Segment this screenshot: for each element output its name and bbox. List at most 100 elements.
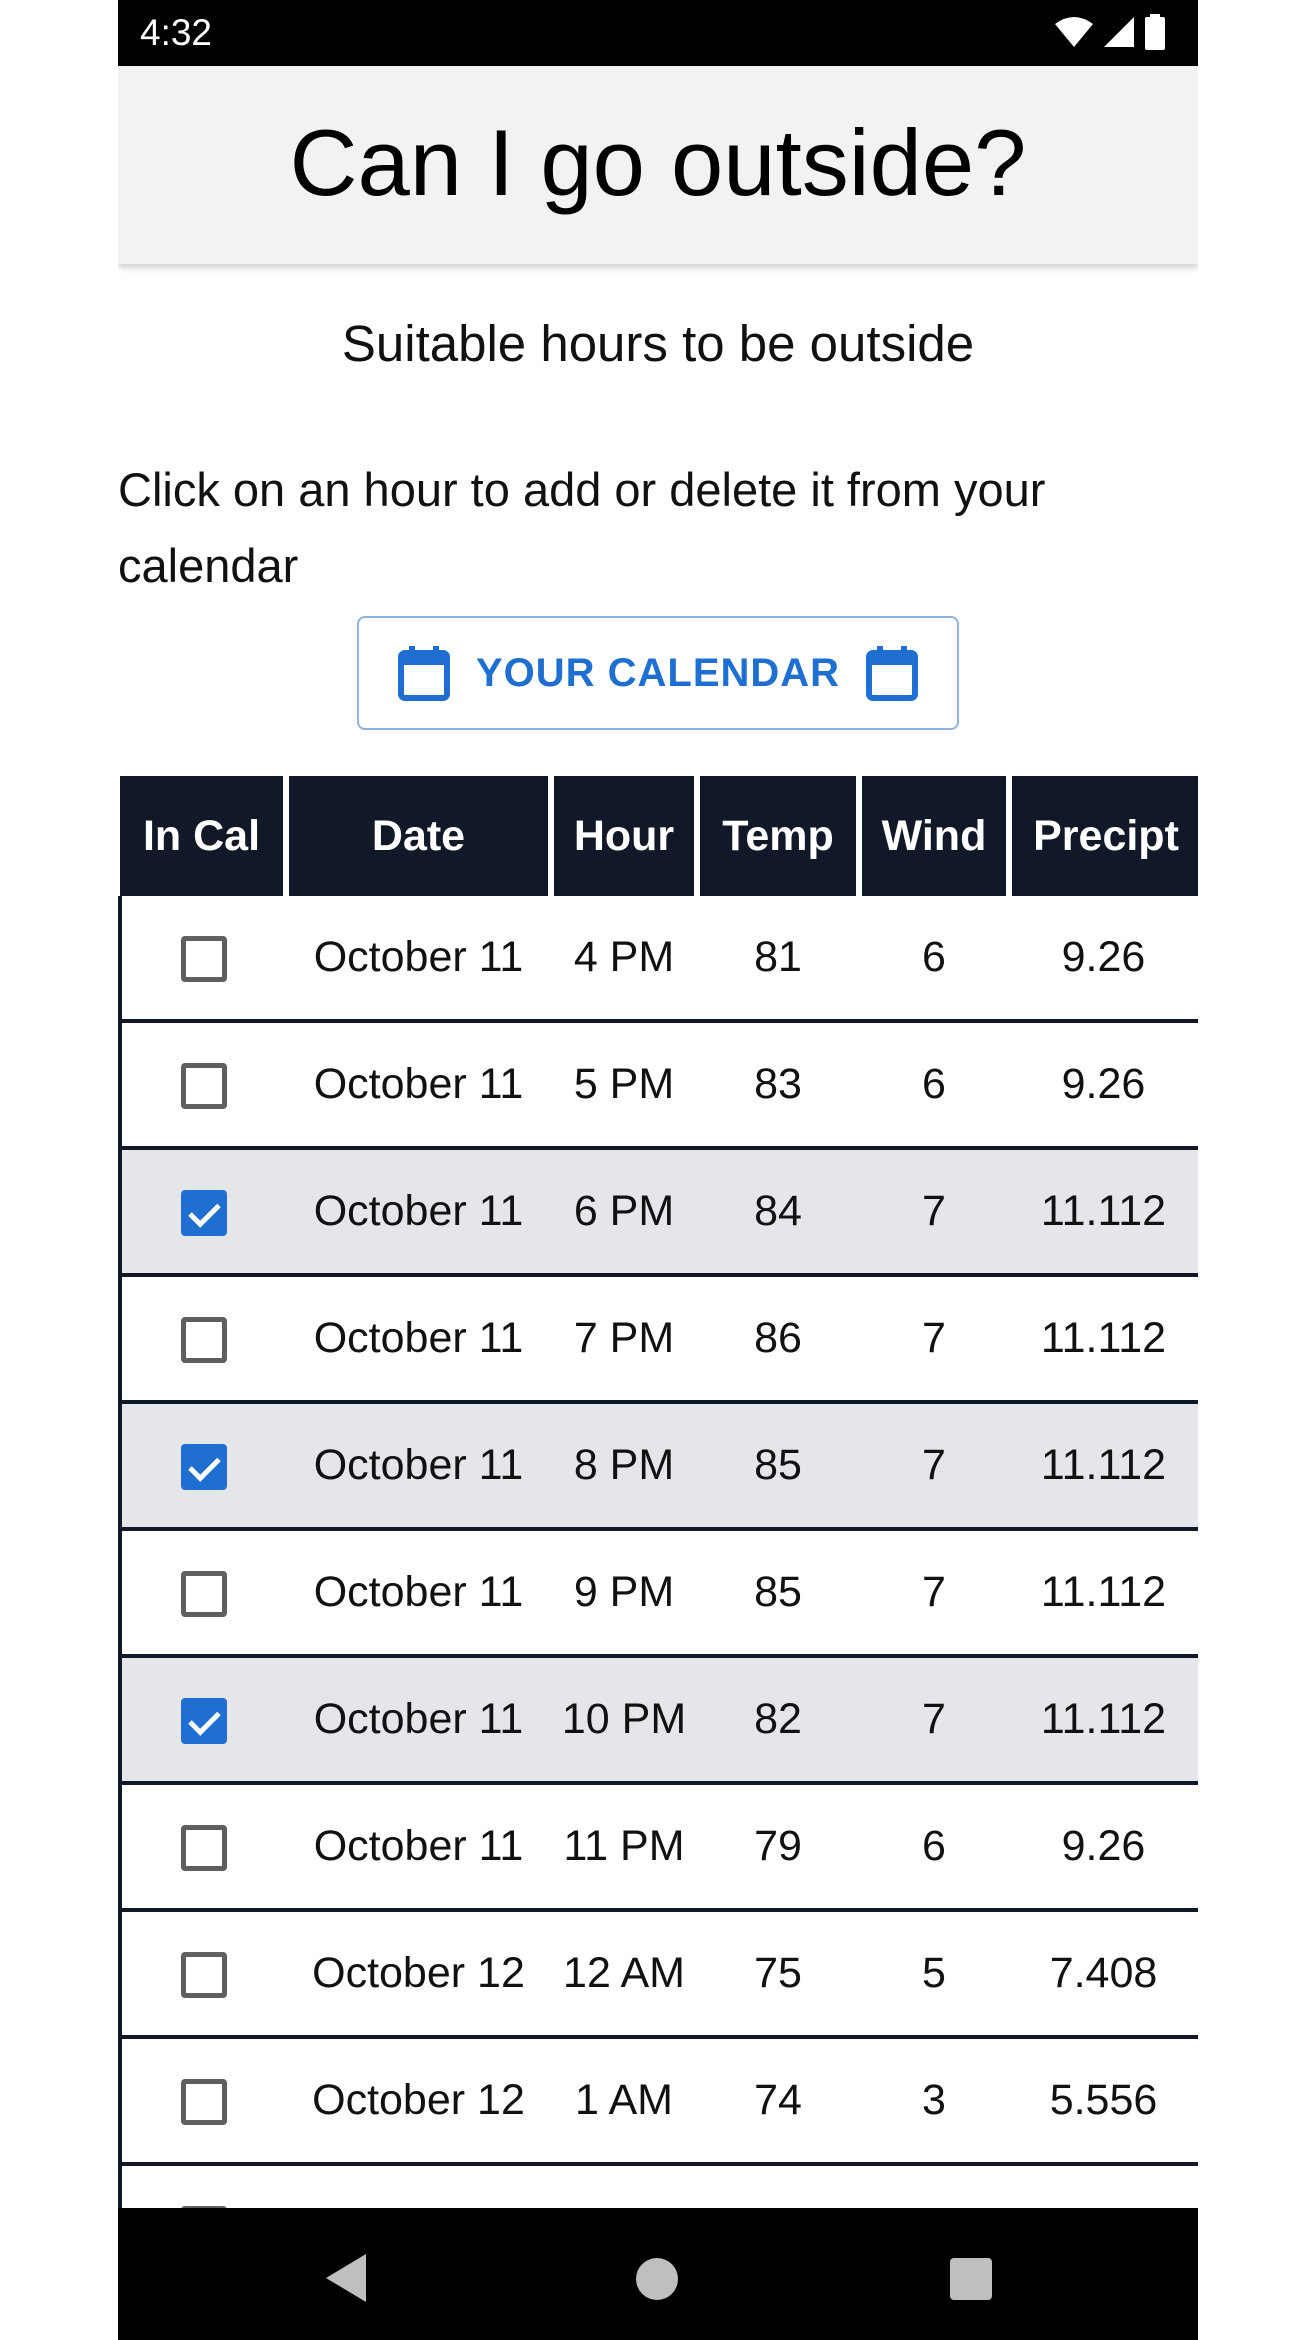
in-cal-checkbox[interactable] [181, 1317, 227, 1364]
temp-cell: 83 [697, 1021, 859, 1150]
table-row[interactable]: October 12 1 AM 74 3 5.556 [120, 2037, 1198, 2166]
header-wind: Wind [856, 776, 1009, 896]
page-title: Can I go outside? [289, 110, 1027, 215]
in-cal-cell [120, 1402, 286, 1531]
status-icons [1054, 14, 1166, 50]
wifi-icon [1055, 17, 1093, 47]
home-icon[interactable] [636, 2258, 678, 2300]
in-cal-checkbox[interactable] [181, 2079, 227, 2126]
table-row[interactable]: October 11 9 PM 85 7 11.112 [120, 1529, 1198, 1658]
in-cal-cell [120, 2164, 286, 2208]
date-cell: October 11 [286, 1783, 551, 1912]
your-calendar-button[interactable]: YOUR CALENDAR [357, 616, 959, 730]
in-cal-cell [120, 1529, 286, 1658]
in-cal-cell [120, 2037, 286, 2166]
date-cell: October 11 [286, 1656, 551, 1785]
header-hour: Hour [548, 776, 697, 896]
hour-cell: 9 PM [551, 1529, 697, 1658]
date-cell: October 12 [286, 2037, 551, 2166]
hour-cell: 4 PM [551, 896, 697, 1023]
back-icon[interactable] [324, 2252, 368, 2304]
table-row[interactable]: October 11 4 PM 81 6 9.26 [120, 896, 1198, 1023]
date-cell: October 11 [286, 1402, 551, 1531]
your-calendar-label: YOUR CALENDAR [475, 650, 841, 695]
subtitle: Suitable hours to be outside [341, 315, 975, 372]
header-date: Date [283, 776, 551, 896]
temp-cell: 73 [697, 2164, 859, 2208]
header-precipt: Precipt [1006, 776, 1198, 896]
table-row[interactable]: October 11 11 PM 79 6 9.26 [120, 1783, 1198, 1912]
table-row[interactable]: October 12 12 AM 75 5 7.408 [120, 1910, 1198, 2039]
calendar-icon [866, 645, 919, 701]
in-cal-cell [120, 896, 286, 1023]
navigation-bar [118, 2208, 1198, 2340]
wind-cell: 6 [859, 1783, 1009, 1912]
table-row[interactable]: October 122 AM7335.556 [120, 2164, 1198, 2208]
in-cal-checkbox[interactable] [181, 1190, 227, 1237]
temp-cell: 81 [697, 896, 859, 1023]
hour-cell: 1 AM [551, 2037, 697, 2166]
hour-cell: 11 PM [551, 1783, 697, 1912]
table-header-row: In Cal Date Hour Temp Wind Precipt [120, 776, 1198, 896]
hour-cell: 7 PM [551, 1275, 697, 1404]
precipt-cell: 7.408 [1009, 1910, 1198, 2039]
in-cal-checkbox[interactable] [181, 936, 227, 983]
wind-cell: 3 [859, 2164, 1009, 2208]
wind-cell: 6 [859, 896, 1009, 1023]
wind-cell: 7 [859, 1656, 1009, 1785]
date-cell: October 11 [286, 1275, 551, 1404]
table-row[interactable]: October 11 10 PM 82 7 11.112 [120, 1656, 1198, 1785]
in-cal-checkbox[interactable] [181, 1825, 227, 1872]
temp-cell: 82 [697, 1656, 859, 1785]
date-cell: October 11 [286, 1529, 551, 1658]
table-row[interactable]: October 11 6 PM 84 7 11.112 [120, 1148, 1198, 1277]
precipt-cell: 11.112 [1009, 1148, 1198, 1277]
precipt-cell: 11.112 [1009, 1656, 1198, 1785]
hour-cell: 8 PM [551, 1402, 697, 1531]
battery-icon [1145, 14, 1165, 50]
status-time: 4:32 [140, 12, 213, 53]
in-cal-cell [120, 1021, 286, 1150]
status-bar: 4:32 [118, 0, 1198, 66]
hours-table-container[interactable]: In Cal Date Hour Temp Wind Precipt Octob… [118, 776, 1198, 2208]
in-cal-cell [120, 1275, 286, 1404]
in-cal-checkbox[interactable] [181, 1952, 227, 1999]
wind-cell: 7 [859, 1402, 1009, 1531]
signal-icon [1104, 17, 1134, 47]
precipt-cell: 11.112 [1009, 1529, 1198, 1658]
app-screen: 4:32 Can I go outside? Suitable hours to… [118, 0, 1198, 2340]
hour-cell: 6 PM [551, 1148, 697, 1277]
calendar-icon [397, 645, 450, 701]
hour-cell: 5 PM [551, 1021, 697, 1150]
wind-cell: 5 [859, 1910, 1009, 2039]
in-cal-cell [120, 1656, 286, 1785]
in-cal-checkbox[interactable] [181, 1571, 227, 1618]
instructions-text: Click on an hour to add or delete it fro… [118, 463, 1046, 592]
in-cal-checkbox[interactable] [181, 1444, 227, 1491]
wind-cell: 7 [859, 1529, 1009, 1658]
header-temp: Temp [694, 776, 859, 896]
table-row[interactable]: October 11 8 PM 85 7 11.112 [120, 1402, 1198, 1531]
wind-cell: 3 [859, 2037, 1009, 2166]
table-row[interactable]: October 11 7 PM 86 7 11.112 [120, 1275, 1198, 1404]
precipt-cell: 11.112 [1009, 1402, 1198, 1531]
temp-cell: 79 [697, 1783, 859, 1912]
app-bar: Can I go outside? [118, 66, 1198, 264]
temp-cell: 75 [697, 1910, 859, 2039]
precipt-cell: 5.556 [1009, 2037, 1198, 2166]
precipt-cell: 5.556 [1009, 2164, 1198, 2208]
wind-cell: 7 [859, 1275, 1009, 1404]
temp-cell: 85 [697, 1529, 859, 1658]
date-cell: October 11 [286, 1148, 551, 1277]
in-cal-checkbox[interactable] [181, 1063, 227, 1110]
temp-cell: 74 [697, 2037, 859, 2166]
precipt-cell: 9.26 [1009, 1783, 1198, 1912]
date-cell: October 12 [286, 2164, 551, 2208]
table-row[interactable]: October 11 5 PM 83 6 9.26 [120, 1021, 1198, 1150]
table-body: October 11 4 PM 81 6 9.26 October 11 5 PM 83 6 9.… [120, 896, 1198, 2208]
wind-cell: 7 [859, 1148, 1009, 1277]
in-cal-checkbox[interactable] [181, 1698, 227, 1745]
hour-cell: 2 AM [551, 2164, 697, 2208]
header-in-cal: In Cal [120, 776, 286, 896]
recents-icon[interactable] [950, 2258, 992, 2300]
